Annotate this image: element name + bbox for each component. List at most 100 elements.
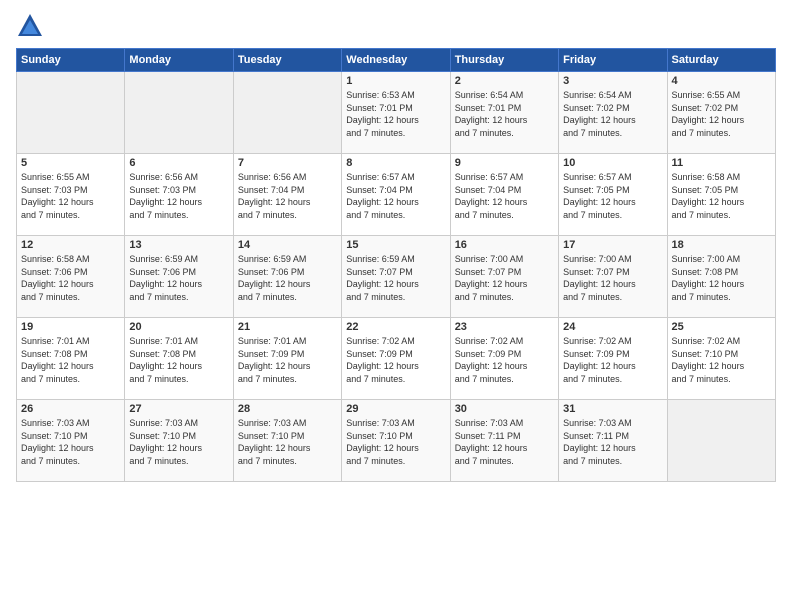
calendar-cell: 1 Sunrise: 6:53 AM Sunset: 7:01 PM Daylig… xyxy=(342,72,450,154)
calendar-cell: 13 Sunrise: 6:59 AM Sunset: 7:06 PM Dayli… xyxy=(125,236,233,318)
day-number: 8 xyxy=(346,157,445,169)
calendar-cell: 30 Sunrise: 7:03 AM Sunset: 7:11 PM Dayli… xyxy=(450,400,558,482)
day-number: 26 xyxy=(21,403,120,415)
day-number: 1 xyxy=(346,75,445,87)
day-number: 7 xyxy=(238,157,337,169)
day-number: 2 xyxy=(455,75,554,87)
day-number: 3 xyxy=(563,75,662,87)
day-info: Sunrise: 7:02 AM Sunset: 7:09 PM Dayligh… xyxy=(455,335,554,385)
weekday-header-monday: Monday xyxy=(125,49,233,72)
calendar-cell: 9 Sunrise: 6:57 AM Sunset: 7:04 PM Daylig… xyxy=(450,154,558,236)
calendar-cell: 28 Sunrise: 7:03 AM Sunset: 7:10 PM Dayli… xyxy=(233,400,341,482)
day-number: 20 xyxy=(129,321,228,333)
day-info: Sunrise: 7:01 AM Sunset: 7:09 PM Dayligh… xyxy=(238,335,337,385)
day-number: 14 xyxy=(238,239,337,251)
day-number: 28 xyxy=(238,403,337,415)
day-info: Sunrise: 6:59 AM Sunset: 7:07 PM Dayligh… xyxy=(346,253,445,303)
calendar-cell: 3 Sunrise: 6:54 AM Sunset: 7:02 PM Daylig… xyxy=(559,72,667,154)
week-row-1: 1 Sunrise: 6:53 AM Sunset: 7:01 PM Daylig… xyxy=(17,72,776,154)
calendar-cell: 2 Sunrise: 6:54 AM Sunset: 7:01 PM Daylig… xyxy=(450,72,558,154)
calendar-cell: 21 Sunrise: 7:01 AM Sunset: 7:09 PM Dayli… xyxy=(233,318,341,400)
day-info: Sunrise: 7:01 AM Sunset: 7:08 PM Dayligh… xyxy=(21,335,120,385)
day-number: 4 xyxy=(672,75,771,87)
logo-icon xyxy=(16,12,44,40)
weekday-header-sunday: Sunday xyxy=(17,49,125,72)
day-info: Sunrise: 6:55 AM Sunset: 7:02 PM Dayligh… xyxy=(672,89,771,139)
calendar-cell: 29Sunrise: 7:03 AM Sunset: 7:10 PM Dayli… xyxy=(342,400,450,482)
day-info: Sunrise: 6:55 AM Sunset: 7:03 PM Dayligh… xyxy=(21,171,120,221)
calendar-cell: 23Sunrise: 7:02 AM Sunset: 7:09 PM Dayli… xyxy=(450,318,558,400)
weekday-header-saturday: Saturday xyxy=(667,49,775,72)
day-number: 31 xyxy=(563,403,662,415)
calendar-cell: 24 Sunrise: 7:02 AM Sunset: 7:09 PM Dayli… xyxy=(559,318,667,400)
weekday-header-thursday: Thursday xyxy=(450,49,558,72)
day-number: 22 xyxy=(346,321,445,333)
day-number: 12 xyxy=(21,239,120,251)
calendar-cell: 8Sunrise: 6:57 AM Sunset: 7:04 PM Daylig… xyxy=(342,154,450,236)
day-number: 13 xyxy=(129,239,228,251)
day-number: 11 xyxy=(672,157,771,169)
weekday-header-tuesday: Tuesday xyxy=(233,49,341,72)
day-info: Sunrise: 6:59 AM Sunset: 7:06 PM Dayligh… xyxy=(129,253,228,303)
day-number: 24 xyxy=(563,321,662,333)
weekday-header-wednesday: Wednesday xyxy=(342,49,450,72)
day-number: 5 xyxy=(21,157,120,169)
day-info: Sunrise: 7:03 AM Sunset: 7:10 PM Dayligh… xyxy=(129,417,228,467)
calendar-cell: 6 Sunrise: 6:56 AM Sunset: 7:03 PM Daylig… xyxy=(125,154,233,236)
calendar-table: SundayMondayTuesdayWednesdayThursdayFrid… xyxy=(16,48,776,482)
calendar-cell: 27 Sunrise: 7:03 AM Sunset: 7:10 PM Dayli… xyxy=(125,400,233,482)
day-info: Sunrise: 7:03 AM Sunset: 7:10 PM Dayligh… xyxy=(238,417,337,467)
day-number: 9 xyxy=(455,157,554,169)
day-info: Sunrise: 7:03 AM Sunset: 7:11 PM Dayligh… xyxy=(455,417,554,467)
day-number: 17 xyxy=(563,239,662,251)
day-info: Sunrise: 6:56 AM Sunset: 7:04 PM Dayligh… xyxy=(238,171,337,221)
calendar-cell: 26 Sunrise: 7:03 AM Sunset: 7:10 PM Dayli… xyxy=(17,400,125,482)
day-info: Sunrise: 6:58 AM Sunset: 7:06 PM Dayligh… xyxy=(21,253,120,303)
day-number: 21 xyxy=(238,321,337,333)
day-number: 15 xyxy=(346,239,445,251)
day-info: Sunrise: 6:57 AM Sunset: 7:04 PM Dayligh… xyxy=(455,171,554,221)
day-info: Sunrise: 6:58 AM Sunset: 7:05 PM Dayligh… xyxy=(672,171,771,221)
day-info: Sunrise: 6:53 AM Sunset: 7:01 PM Dayligh… xyxy=(346,89,445,139)
weekday-header-row: SundayMondayTuesdayWednesdayThursdayFrid… xyxy=(17,49,776,72)
day-info: Sunrise: 7:01 AM Sunset: 7:08 PM Dayligh… xyxy=(129,335,228,385)
day-info: Sunrise: 6:57 AM Sunset: 7:05 PM Dayligh… xyxy=(563,171,662,221)
calendar-cell: 22 Sunrise: 7:02 AM Sunset: 7:09 PM Dayli… xyxy=(342,318,450,400)
week-row-5: 26 Sunrise: 7:03 AM Sunset: 7:10 PM Dayli… xyxy=(17,400,776,482)
day-info: Sunrise: 7:00 AM Sunset: 7:07 PM Dayligh… xyxy=(455,253,554,303)
day-info: Sunrise: 7:00 AM Sunset: 7:07 PM Dayligh… xyxy=(563,253,662,303)
day-number: 30 xyxy=(455,403,554,415)
day-info: Sunrise: 6:56 AM Sunset: 7:03 PM Dayligh… xyxy=(129,171,228,221)
day-number: 16 xyxy=(455,239,554,251)
day-info: Sunrise: 6:54 AM Sunset: 7:02 PM Dayligh… xyxy=(563,89,662,139)
day-info: Sunrise: 7:03 AM Sunset: 7:10 PM Dayligh… xyxy=(21,417,120,467)
calendar-cell: 4 Sunrise: 6:55 AM Sunset: 7:02 PM Daylig… xyxy=(667,72,775,154)
logo xyxy=(16,12,48,40)
day-info: Sunrise: 7:02 AM Sunset: 7:09 PM Dayligh… xyxy=(346,335,445,385)
week-row-4: 19Sunrise: 7:01 AM Sunset: 7:08 PM Dayli… xyxy=(17,318,776,400)
calendar-cell: 17 Sunrise: 7:00 AM Sunset: 7:07 PM Dayli… xyxy=(559,236,667,318)
calendar-cell: 16 Sunrise: 7:00 AM Sunset: 7:07 PM Dayli… xyxy=(450,236,558,318)
page: SundayMondayTuesdayWednesdayThursdayFrid… xyxy=(0,0,792,612)
calendar-cell: 18Sunrise: 7:00 AM Sunset: 7:08 PM Dayli… xyxy=(667,236,775,318)
calendar-cell: 11 Sunrise: 6:58 AM Sunset: 7:05 PM Dayli… xyxy=(667,154,775,236)
day-info: Sunrise: 7:03 AM Sunset: 7:11 PM Dayligh… xyxy=(563,417,662,467)
day-number: 27 xyxy=(129,403,228,415)
week-row-2: 5 Sunrise: 6:55 AM Sunset: 7:03 PM Daylig… xyxy=(17,154,776,236)
weekday-header-friday: Friday xyxy=(559,49,667,72)
week-row-3: 12 Sunrise: 6:58 AM Sunset: 7:06 PM Dayli… xyxy=(17,236,776,318)
calendar-cell xyxy=(667,400,775,482)
calendar-cell xyxy=(125,72,233,154)
calendar-cell: 7 Sunrise: 6:56 AM Sunset: 7:04 PM Daylig… xyxy=(233,154,341,236)
calendar-cell: 25Sunrise: 7:02 AM Sunset: 7:10 PM Dayli… xyxy=(667,318,775,400)
day-number: 6 xyxy=(129,157,228,169)
day-info: Sunrise: 7:02 AM Sunset: 7:09 PM Dayligh… xyxy=(563,335,662,385)
day-info: Sunrise: 6:59 AM Sunset: 7:06 PM Dayligh… xyxy=(238,253,337,303)
day-number: 10 xyxy=(563,157,662,169)
day-number: 18 xyxy=(672,239,771,251)
calendar-cell xyxy=(233,72,341,154)
day-number: 25 xyxy=(672,321,771,333)
header xyxy=(16,12,776,40)
calendar-cell: 14 Sunrise: 6:59 AM Sunset: 7:06 PM Dayli… xyxy=(233,236,341,318)
day-info: Sunrise: 6:54 AM Sunset: 7:01 PM Dayligh… xyxy=(455,89,554,139)
